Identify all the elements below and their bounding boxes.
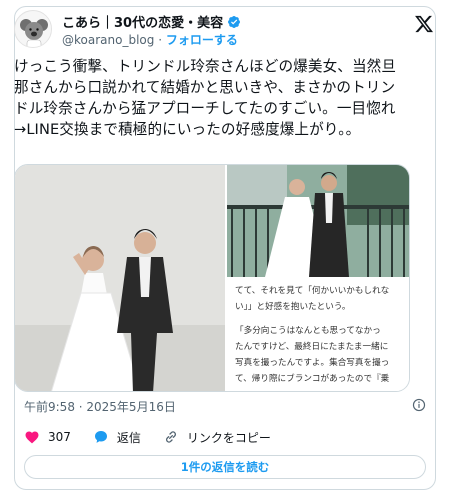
like-button[interactable]: 307 xyxy=(24,429,71,445)
reply-bubble-icon xyxy=(94,431,107,443)
copy-link-button[interactable]: リンクをコピー xyxy=(163,429,271,446)
link-icon xyxy=(165,431,176,443)
author-name-row: こあら｜30代の恋愛・美容 xyxy=(62,12,241,31)
avatar[interactable] xyxy=(14,10,52,48)
article-line: い」」と好感を抱いたという。 xyxy=(235,302,351,312)
author-handle-row: @koarano_blog · フォローする xyxy=(62,31,238,48)
article-line: て、帰り際にブランコがあったので『乗 xyxy=(235,374,390,384)
verified-badge-icon xyxy=(228,15,241,28)
article-line: 「多分向こうはなんとも思ってなかっ xyxy=(235,326,381,336)
article-line: てて、それを見て「何かいいかもしれな xyxy=(235,286,390,296)
wedding-photo-right[interactable] xyxy=(227,165,409,277)
wedding-balcony-image xyxy=(227,165,409,277)
wedding-photo-left[interactable] xyxy=(15,165,225,391)
handle-separator: · xyxy=(158,33,163,47)
tweet-actions: 307 返信 リンクをコピー xyxy=(24,428,293,446)
wedding-couple-image xyxy=(15,165,225,391)
tweet-media[interactable]: てて、それを見て「何かいいかもしれな い」」と好感を抱いたという。 「多分向こう… xyxy=(14,164,410,392)
copy-link-label: リンクをコピー xyxy=(186,430,271,445)
likes-count: 307 xyxy=(48,430,71,444)
author-display-name[interactable]: こあら｜30代の恋愛・美容 xyxy=(62,12,223,31)
info-icon[interactable] xyxy=(412,398,426,412)
article-excerpt: てて、それを見て「何かいいかもしれな い」」と好感を抱いたという。 「多分向こう… xyxy=(227,277,409,391)
tweet-timestamp[interactable]: 午前9:58 · 2025年5月16日 xyxy=(24,398,176,415)
reply-label: 返信 xyxy=(116,430,141,445)
article-line xyxy=(235,315,403,323)
article-line: 写真を撮ったんですよ。集合写真を撮っ xyxy=(235,358,390,368)
heart-icon xyxy=(25,431,39,444)
read-replies-button[interactable]: 1件の返信を読む xyxy=(24,455,426,479)
follow-button[interactable]: フォローする xyxy=(166,33,238,47)
tweet-header: こあら｜30代の恋愛・美容 @koarano_blog · フォローする xyxy=(14,10,438,50)
article-line: たんですけど、最終日にたまたま一緒に xyxy=(235,342,389,352)
koala-avatar-icon xyxy=(15,11,51,47)
reply-button[interactable]: 返信 xyxy=(93,429,141,446)
x-logo-icon[interactable] xyxy=(414,14,434,34)
author-handle[interactable]: @koarano_blog xyxy=(62,33,154,47)
tweet-text: けっこう衝撃、トリンドル玲奈さんほどの爆美女、当然旦那さんから口説かれて結婚かと… xyxy=(14,58,397,138)
